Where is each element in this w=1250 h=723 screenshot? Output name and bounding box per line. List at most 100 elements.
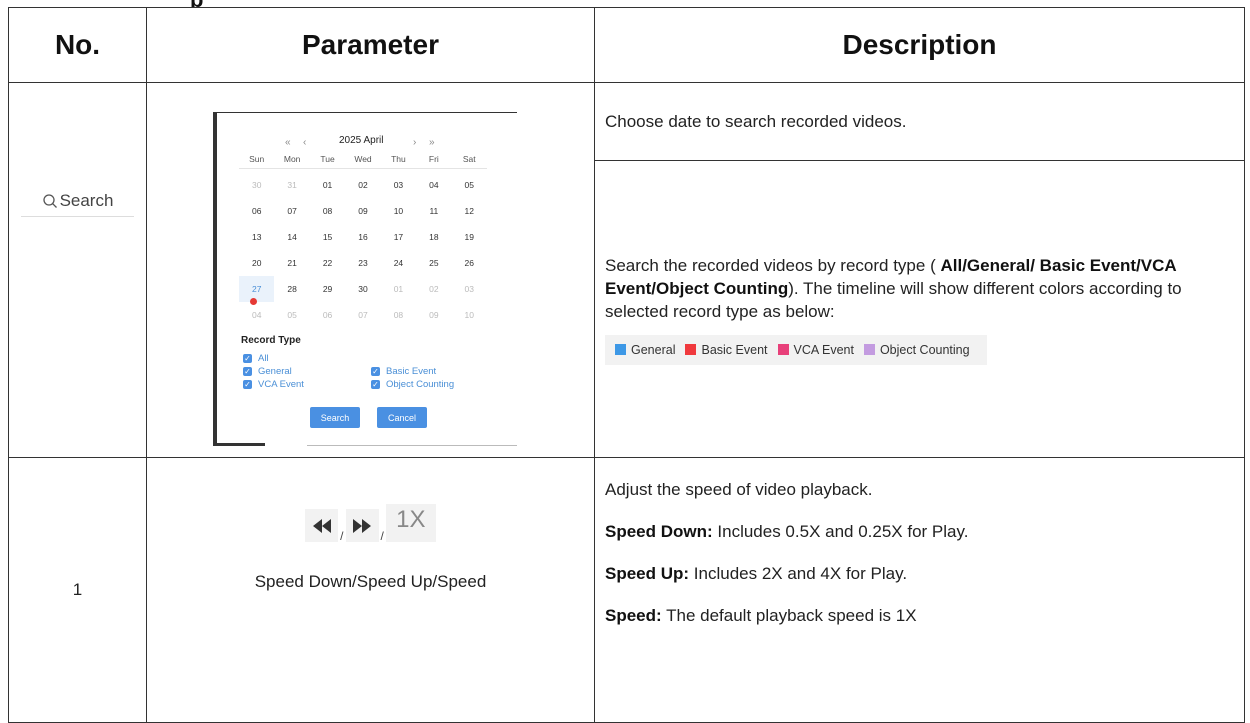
speed-desc-intro: Adjust the speed of video playback. <box>605 480 873 499</box>
checkbox-icon: ✓ <box>243 354 252 363</box>
checkbox-icon: ✓ <box>371 380 380 389</box>
separator: / <box>380 529 384 543</box>
calendar-cell: « ‹ 2025 April › » Sun Mon Tue Wed Thu Fri Sat… <box>146 82 595 458</box>
calendar-day[interactable]: 05 <box>452 172 487 198</box>
calendar-day[interactable]: 03 <box>381 172 416 198</box>
checkbox-icon: ✓ <box>371 367 380 376</box>
speed-desc-item: Speed Down: Includes 0.5X and 0.25X for … <box>605 522 969 541</box>
calendar-day[interactable]: 08 <box>381 302 416 328</box>
calendar-day[interactable]: 05 <box>274 302 309 328</box>
legend-item: General <box>615 343 675 357</box>
speed-desc: Adjust the speed of video playback. Spee… <box>594 457 1245 723</box>
legend-item: Object Counting <box>863 342 970 357</box>
table-row-speed: 1 / / 1X Speed Down/Speed Up/Speed Adjus… <box>8 457 1245 723</box>
calendar-day[interactable]: 01 <box>381 276 416 302</box>
header-no: No. <box>8 7 147 83</box>
next-year-icon[interactable]: » <box>429 137 435 148</box>
calendar-day[interactable]: 04 <box>239 302 274 328</box>
weekday-label: Sun <box>249 154 265 164</box>
calendar-cancel-button[interactable]: Cancel <box>377 407 427 428</box>
weekday-label: Tue <box>320 154 335 164</box>
calendar-day[interactable]: 22 <box>310 250 345 276</box>
calendar-day[interactable]: 14 <box>274 224 309 250</box>
speed-no-cell: 1 <box>8 457 147 723</box>
weekday-label: Thu <box>391 154 406 164</box>
speed-up-icon[interactable] <box>345 509 379 542</box>
calendar-day[interactable]: 07 <box>274 198 309 224</box>
legend-item: Basic Event <box>685 342 768 357</box>
calendar-day[interactable]: 24 <box>381 250 416 276</box>
calendar-day[interactable]: 31 <box>274 172 309 198</box>
search-desc-2: Search the recorded videos by record typ… <box>594 160 1245 458</box>
calendar-day[interactable]: 16 <box>345 224 380 250</box>
calendar-day[interactable]: 04 <box>416 172 451 198</box>
calendar-days: 30 31 01 02 03 04 05 06 07 08 09 10 11 12 13 14 15 16 17 18… <box>239 172 487 328</box>
checkbox-basic-event[interactable]: ✓ Basic Event <box>371 366 436 377</box>
calendar-day[interactable]: 15 <box>310 224 345 250</box>
legend-swatch <box>863 344 875 355</box>
calendar-weekdays: Sun Mon Tue Wed Thu Fri Sat <box>239 154 487 169</box>
calendar-day[interactable]: 30 <box>239 172 274 198</box>
speed-desc-item: Speed: The default playback speed is 1X <box>605 606 917 625</box>
checkbox-icon: ✓ <box>243 380 252 389</box>
calendar-day[interactable]: 23 <box>345 250 380 276</box>
calendar-day[interactable]: 09 <box>345 198 380 224</box>
calendar-day[interactable]: 11 <box>416 198 451 224</box>
calendar-day[interactable]: 13 <box>239 224 274 250</box>
legend-swatch <box>777 344 789 355</box>
next-month-icon[interactable]: › <box>413 137 416 148</box>
calendar-day[interactable]: 06 <box>239 198 274 224</box>
prev-month-icon[interactable]: ‹ <box>303 137 306 148</box>
legend-item: VCA Event <box>777 342 854 357</box>
speed-desc-item: Speed Up: Includes 2X and 4X for Play. <box>605 564 908 583</box>
calendar-day[interactable]: 26 <box>452 250 487 276</box>
calendar-search-button[interactable]: Search <box>310 407 360 428</box>
weekday-label: Wed <box>354 154 372 164</box>
calendar-day[interactable]: 06 <box>310 302 345 328</box>
calendar-day[interactable]: 01 <box>310 172 345 198</box>
header-row: No. Parameter Description <box>8 7 1245 83</box>
calendar-day[interactable]: 02 <box>345 172 380 198</box>
search-no-cell: Search <box>8 82 147 458</box>
calendar-day[interactable]: 10 <box>452 302 487 328</box>
checkbox-object-counting[interactable]: ✓ Object Counting <box>371 379 454 390</box>
calendar-day[interactable]: 30 <box>345 276 380 302</box>
calendar-day[interactable]: 21 <box>274 250 309 276</box>
calendar-panel: « ‹ 2025 April › » Sun Mon Tue Wed Thu Fri Sat… <box>213 112 517 446</box>
calendar-day[interactable]: 18 <box>416 224 451 250</box>
record-type-title: Record Type <box>241 335 301 346</box>
legend-label: Basic Event <box>701 342 768 357</box>
calendar-title: 2025 April <box>339 135 384 146</box>
calendar-day[interactable]: 29 <box>310 276 345 302</box>
separator: / <box>340 529 344 543</box>
search-button[interactable]: Search <box>21 186 134 217</box>
legend-label: VCA Event <box>793 342 854 357</box>
calendar-day[interactable]: 07 <box>345 302 380 328</box>
calendar-day[interactable]: 17 <box>381 224 416 250</box>
prev-year-icon[interactable]: « <box>285 137 291 148</box>
speed-button[interactable]: 1X <box>385 504 436 542</box>
weekday-label: Mon <box>283 154 301 164</box>
calendar-day[interactable]: 19 <box>452 224 487 250</box>
calendar-day[interactable]: 20 <box>239 250 274 276</box>
checkbox-vca-event[interactable]: ✓ VCA Event <box>243 379 304 390</box>
calendar-day[interactable]: 02 <box>416 276 451 302</box>
timeline-legend: General Basic Event VCA Event Object Counti… <box>605 334 987 365</box>
calendar-day[interactable]: 25 <box>416 250 451 276</box>
legend-label: Object Counting <box>879 342 970 357</box>
calendar-day[interactable]: 12 <box>452 198 487 224</box>
header-parameter: Parameter <box>146 7 595 83</box>
checkbox-general[interactable]: ✓ General <box>243 366 292 377</box>
calendar-day[interactable]: 27 <box>239 276 275 305</box>
table-row-search-1: Search « ‹ 2025 April › » Sun Mon Tue Wed Th… <box>8 82 1245 458</box>
calendar-day[interactable]: 10 <box>381 198 416 224</box>
calendar-day[interactable]: 08 <box>310 198 345 224</box>
speed-down-icon[interactable] <box>305 509 339 542</box>
checkbox-all[interactable]: ✓ All <box>243 353 269 364</box>
calendar-day[interactable]: 09 <box>416 302 451 328</box>
search-label: Search <box>59 191 114 210</box>
calendar-day[interactable]: 03 <box>452 276 487 302</box>
calendar-day[interactable]: 28 <box>274 276 309 302</box>
search-icon <box>42 194 57 208</box>
speed-parameter-cell: / / 1X Speed Down/Speed Up/Speed <box>146 457 595 723</box>
